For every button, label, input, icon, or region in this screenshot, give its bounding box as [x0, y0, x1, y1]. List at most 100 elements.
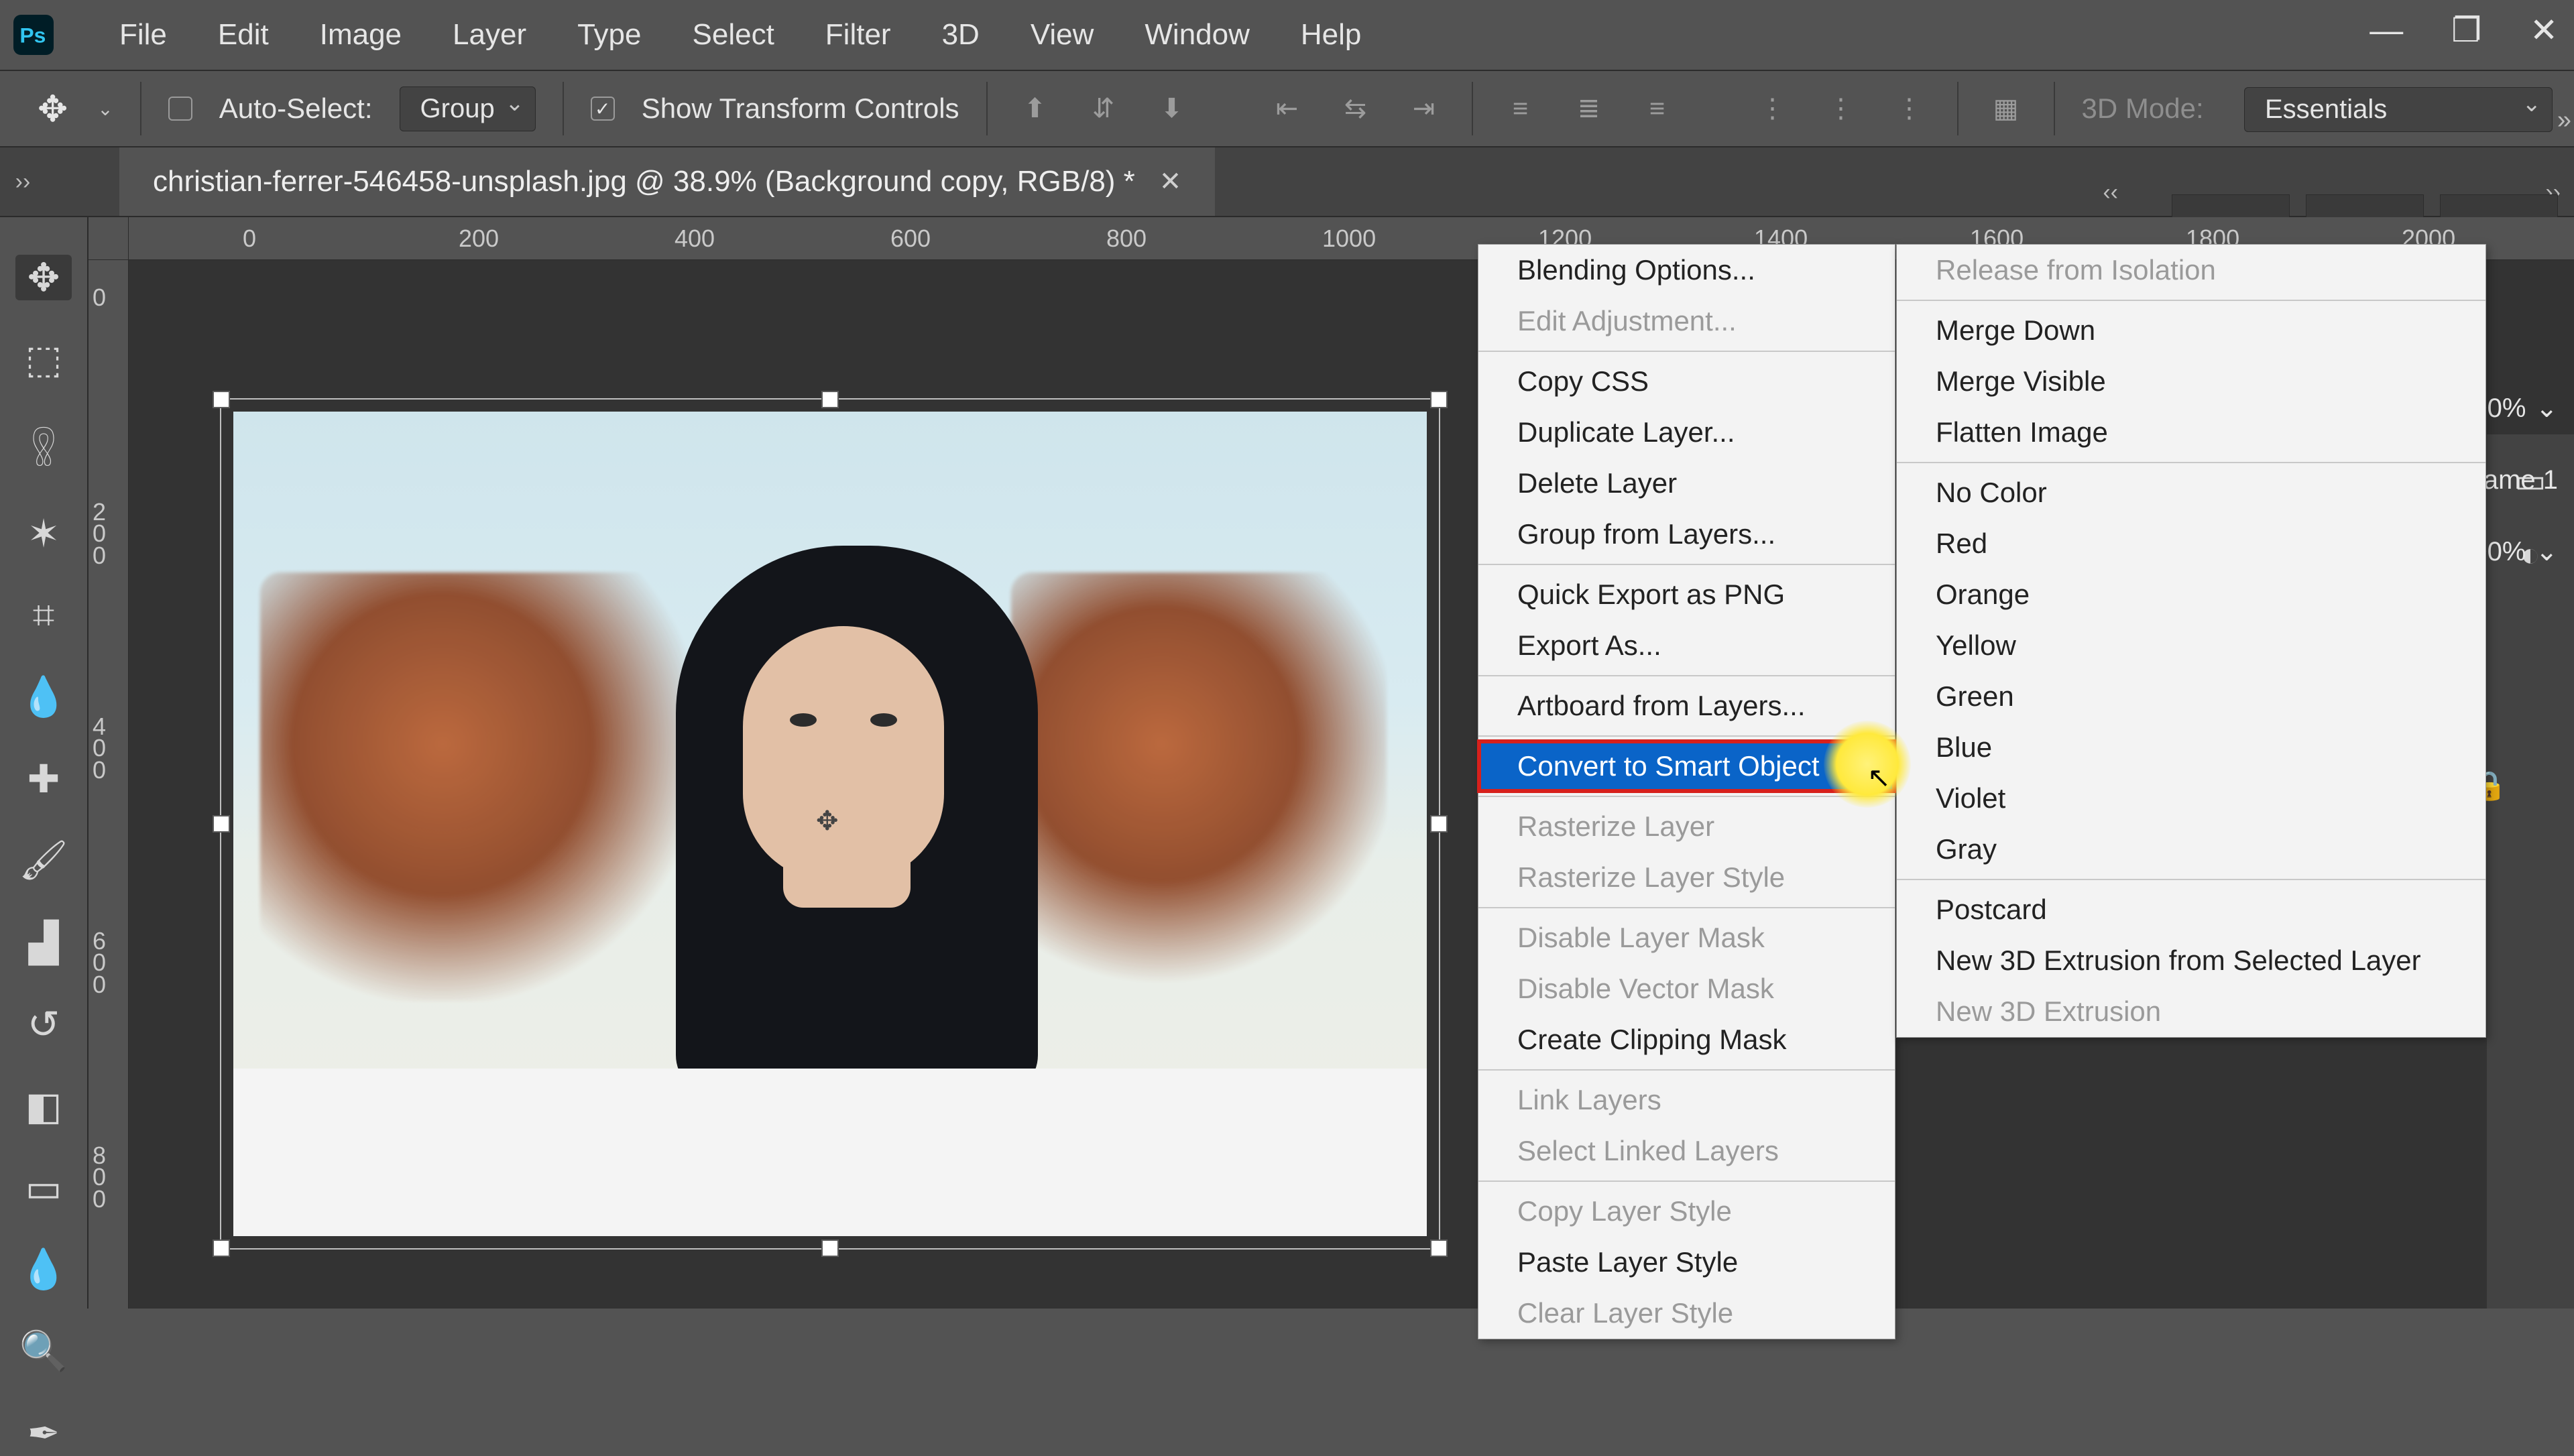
crop-tool[interactable]: ⌗ [15, 593, 72, 638]
dodge-tool[interactable]: 🔍 [15, 1329, 72, 1374]
menu-item-convert-to-smart-object[interactable]: Convert to Smart Object↖ [1478, 741, 1895, 792]
menu-item-create-clipping-mask[interactable]: Create Clipping Mask [1478, 1014, 1895, 1065]
separator [1897, 879, 2485, 880]
transform-handle[interactable] [1430, 1239, 1448, 1257]
lasso-tool[interactable]: 𓍰 [15, 418, 72, 475]
menu-file[interactable]: File [94, 18, 192, 52]
menu-item-gray[interactable]: Gray [1897, 824, 2485, 875]
dist-hcenter-icon[interactable]: ⋮ [1820, 88, 1862, 129]
menu-layer[interactable]: Layer [427, 18, 552, 52]
document-tab-close-icon[interactable]: ✕ [1159, 166, 1182, 197]
menu-item-quick-export-as-png[interactable]: Quick Export as PNG [1478, 569, 1895, 620]
pen-tool[interactable]: ✒ [15, 1410, 72, 1456]
separator [2054, 82, 2055, 135]
transform-handle[interactable] [1430, 391, 1448, 408]
menu-window[interactable]: Window [1119, 18, 1275, 52]
gradient-tool[interactable]: ▭ [15, 1165, 72, 1211]
dist-right-icon[interactable]: ⋮ [1889, 88, 1930, 129]
separator [1897, 462, 2485, 463]
separator [1478, 1180, 1895, 1182]
align-bottom-icon[interactable]: ⬇ [1151, 88, 1193, 129]
menu-item-delete-layer[interactable]: Delete Layer [1478, 458, 1895, 509]
menu-item-green[interactable]: Green [1897, 671, 2485, 722]
auto-align-icon[interactable]: ▦ [1985, 88, 2027, 129]
transform-handle[interactable] [213, 1239, 230, 1257]
artboard[interactable] [233, 412, 1427, 1236]
blur-tool[interactable]: 💧 [15, 1247, 72, 1292]
transform-handle[interactable] [1430, 815, 1448, 833]
auto-select-checkbox[interactable] [168, 97, 192, 121]
menu-item-artboard-from-layers[interactable]: Artboard from Layers... [1478, 680, 1895, 731]
ruler-tick: 400 [675, 225, 715, 253]
menu-item-merge-visible[interactable]: Merge Visible [1897, 356, 2485, 407]
tool-preset-dropdown[interactable]: ⌄ [97, 98, 113, 120]
chevron-down-icon[interactable]: ⌄ [2535, 393, 2558, 424]
eyedropper-tool[interactable]: 💧 [15, 674, 72, 720]
image-content [783, 800, 911, 908]
menu-help[interactable]: Help [1275, 18, 1387, 52]
document-tab[interactable]: christian-ferrer-546458-unsplash.jpg @ 3… [119, 147, 1215, 216]
menu-item-blue[interactable]: Blue [1897, 722, 2485, 773]
close-button[interactable]: ✕ [2530, 11, 2558, 50]
dist-bottom-icon[interactable]: ≡ [1637, 88, 1678, 129]
menu-item-no-color[interactable]: No Color [1897, 467, 2485, 518]
menu-item-new-3d-extrusion-from-selected-layer[interactable]: New 3D Extrusion from Selected Layer [1897, 935, 2485, 986]
menu-item-export-as[interactable]: Export As... [1478, 620, 1895, 671]
maximize-button[interactable]: ❐ [2451, 11, 2481, 50]
menu-item-duplicate-layer[interactable]: Duplicate Layer... [1478, 407, 1895, 458]
auto-select-dropdown[interactable]: Group [400, 86, 536, 131]
separator [1478, 735, 1895, 737]
menu-item-group-from-layers[interactable]: Group from Layers... [1478, 509, 1895, 560]
align-right-icon[interactable]: ⇥ [1403, 88, 1445, 129]
dist-vcenter-icon[interactable]: ≣ [1568, 88, 1610, 129]
menu-edit[interactable]: Edit [192, 18, 294, 52]
transform-handle[interactable] [821, 1239, 839, 1257]
menu-select[interactable]: Select [667, 18, 800, 52]
menu-item-yellow[interactable]: Yellow [1897, 620, 2485, 671]
menu-item-orange[interactable]: Orange [1897, 569, 2485, 620]
menu-item-copy-css[interactable]: Copy CSS [1478, 356, 1895, 407]
menu-item-violet[interactable]: Violet [1897, 773, 2485, 824]
options-overflow-icon[interactable]: » [2557, 106, 2571, 135]
ruler-tick: 200 [93, 501, 119, 566]
workspace-dropdown[interactable]: Essentials [2244, 87, 2553, 132]
right-panel-thumb-row [2164, 154, 2566, 220]
brush-tool[interactable]: 🖌 [15, 838, 72, 884]
menu-image[interactable]: Image [294, 18, 427, 52]
menu-view[interactable]: View [1005, 18, 1120, 52]
align-vcenter-icon[interactable]: ⇵ [1083, 88, 1124, 129]
marquee-tool[interactable]: ⬚ [15, 337, 72, 382]
chevron-down-icon[interactable]: ⌄ [2535, 536, 2558, 567]
align-top-icon[interactable]: ⬆ [1014, 88, 1056, 129]
transform-handle[interactable] [821, 391, 839, 408]
spot-heal-tool[interactable]: ✚ [15, 756, 72, 802]
panel-collapse-icon[interactable]: ‹‹ [2103, 180, 2118, 206]
menu-item-blending-options[interactable]: Blending Options... [1478, 245, 1895, 296]
menu-item-merge-down[interactable]: Merge Down [1897, 305, 2485, 356]
cursor-icon: ↖ [1867, 761, 1891, 794]
menu-3d[interactable]: 3D [917, 18, 1005, 52]
history-brush-tool[interactable]: ↺ [15, 1002, 72, 1047]
align-hcenter-icon[interactable]: ⇆ [1335, 88, 1377, 129]
toolbox-expander-icon[interactable]: ›› [0, 169, 46, 195]
menubar: Ps FileEditImageLayerTypeSelectFilter3DV… [0, 0, 2574, 71]
menu-filter[interactable]: Filter [800, 18, 917, 52]
menu-item-copy-layer-style: Copy Layer Style [1478, 1186, 1895, 1237]
menu-item-red[interactable]: Red [1897, 518, 2485, 569]
transform-handle[interactable] [213, 815, 230, 833]
menu-item-postcard[interactable]: Postcard [1897, 884, 2485, 935]
app-logo: Ps [13, 15, 54, 55]
quick-select-tool[interactable]: ✶ [15, 511, 72, 556]
align-left-icon[interactable]: ⇤ [1267, 88, 1308, 129]
move-tool[interactable]: ✥ [15, 255, 72, 300]
dist-left-icon[interactable]: ⋮ [1752, 88, 1794, 129]
transform-checkbox[interactable]: ✓ [591, 97, 615, 121]
menu-item-paste-layer-style[interactable]: Paste Layer Style [1478, 1237, 1895, 1288]
eraser-tool[interactable]: ◧ [15, 1083, 72, 1129]
minimize-button[interactable]: — [2370, 11, 2403, 50]
stamp-tool[interactable]: ▟ [15, 920, 72, 965]
menu-type[interactable]: Type [552, 18, 666, 52]
transform-handle[interactable] [213, 391, 230, 408]
menu-item-flatten-image[interactable]: Flatten Image [1897, 407, 2485, 458]
dist-top-icon[interactable]: ≡ [1500, 88, 1541, 129]
